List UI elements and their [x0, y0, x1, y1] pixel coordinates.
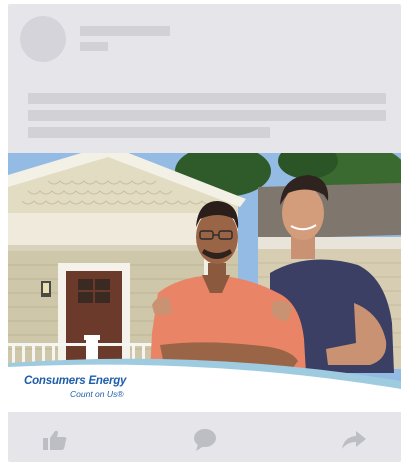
- speech-bubble-icon: [194, 429, 216, 451]
- post-text-placeholder-line-1: [28, 93, 386, 104]
- like-button[interactable]: [41, 428, 69, 452]
- ad-photo: [8, 153, 401, 412]
- thumbs-up-icon: [43, 430, 67, 450]
- share-button[interactable]: [340, 428, 368, 452]
- post-text-placeholder-line-3: [28, 127, 270, 138]
- feed-post-card: Consumers Energy Count on Us®: [8, 4, 401, 462]
- post-text-placeholder-line-2: [28, 110, 386, 121]
- post-time-placeholder: [80, 42, 108, 51]
- brand-name: Consumers Energy: [24, 375, 127, 387]
- ad-image[interactable]: Consumers Energy Count on Us®: [8, 153, 401, 412]
- brand-logo: Consumers Energy Count on Us®: [24, 375, 126, 399]
- avatar-placeholder: [20, 16, 66, 62]
- brand-tagline: Count on Us®: [70, 389, 124, 399]
- share-arrow-icon: [342, 431, 366, 449]
- author-name-placeholder: [80, 26, 170, 36]
- comment-button[interactable]: [191, 428, 219, 452]
- post-actions-bar: [8, 412, 401, 462]
